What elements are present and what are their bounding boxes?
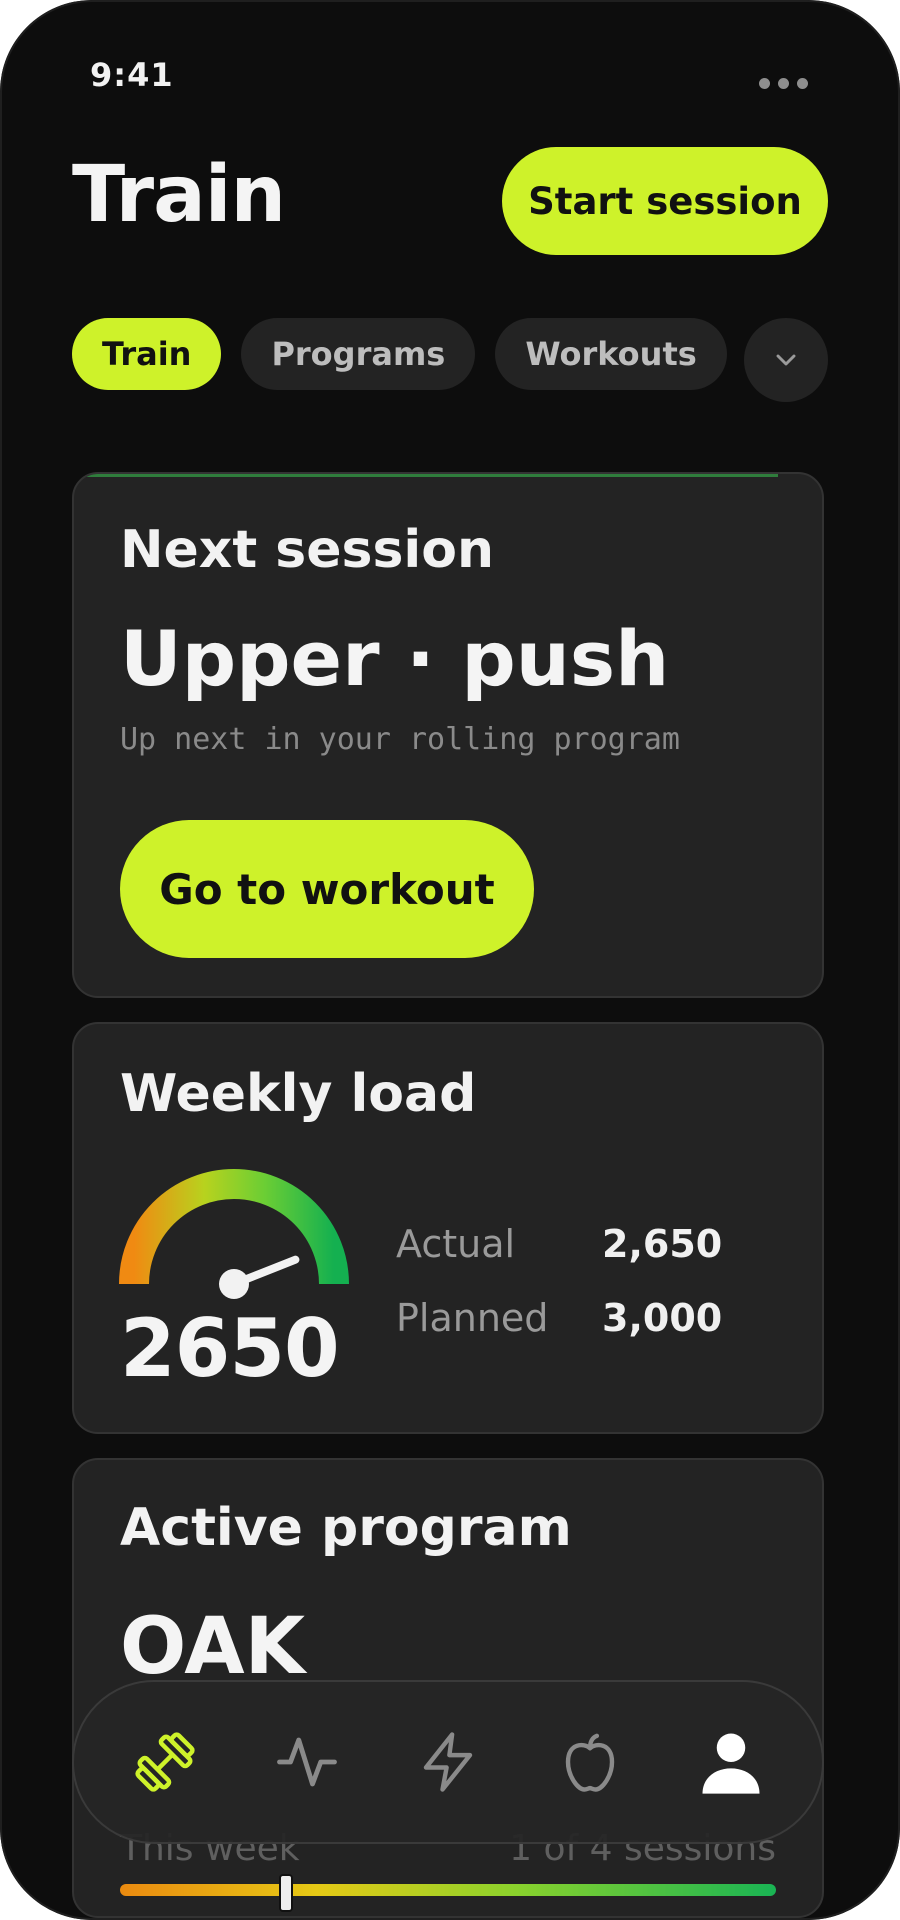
nav-train[interactable] — [110, 1707, 220, 1817]
start-session-button[interactable]: Start session — [502, 147, 828, 255]
phone-screen: 9:41 Train Start session Train Programs … — [0, 0, 900, 1920]
actual-label: Actual — [396, 1222, 516, 1266]
next-session-card: Next session Upper · push Up next in you… — [72, 472, 824, 998]
weekly-load-card: Weekly load 2650 Actual 2,650 Planned 3,… — [72, 1022, 824, 1434]
more-options-icon[interactable] — [759, 78, 808, 89]
tab-train[interactable]: Train — [72, 318, 222, 390]
page-title: Train — [72, 150, 286, 240]
session-name: Upper · push — [120, 614, 670, 703]
card-accent-line — [84, 474, 778, 477]
program-name: OAK — [120, 1602, 306, 1692]
screen-corner — [0, 1890, 24, 1920]
load-value: 2650 — [120, 1302, 340, 1395]
lightning-icon — [423, 1732, 473, 1792]
dumbbell-icon — [135, 1732, 195, 1792]
next-session-title: Next session — [120, 520, 494, 580]
tabs-more-button[interactable] — [744, 318, 828, 402]
tab-workouts[interactable]: Workouts — [495, 318, 727, 390]
nav-energy[interactable] — [393, 1707, 503, 1817]
session-subtitle: Up next in your rolling program — [120, 722, 680, 757]
go-to-workout-button[interactable]: Go to workout — [120, 820, 534, 958]
planned-row: Planned 3,000 — [396, 1296, 722, 1340]
apple-icon — [565, 1733, 614, 1792]
gauge-hub — [219, 1269, 249, 1299]
active-program-title: Active program — [120, 1498, 572, 1558]
status-time: 9:41 — [90, 56, 174, 94]
profile-icon — [702, 1733, 760, 1794]
nav-profile[interactable] — [676, 1707, 786, 1817]
bottom-nav — [72, 1680, 824, 1844]
weekly-load-title: Weekly load — [120, 1064, 477, 1124]
planned-label: Planned — [396, 1296, 549, 1340]
nav-activity[interactable] — [252, 1707, 362, 1817]
tab-bar: Train Programs Workouts — [72, 318, 727, 390]
actual-value: 2,650 — [602, 1222, 723, 1266]
actual-row: Actual 2,650 — [396, 1222, 722, 1266]
activity-icon — [276, 1737, 337, 1787]
progress-marker — [279, 1874, 293, 1912]
planned-value: 3,000 — [602, 1296, 723, 1340]
nav-nutrition[interactable] — [535, 1707, 645, 1817]
tab-programs[interactable]: Programs — [241, 318, 476, 390]
program-progress-bar — [120, 1884, 776, 1896]
chevron-down-icon — [776, 354, 796, 366]
